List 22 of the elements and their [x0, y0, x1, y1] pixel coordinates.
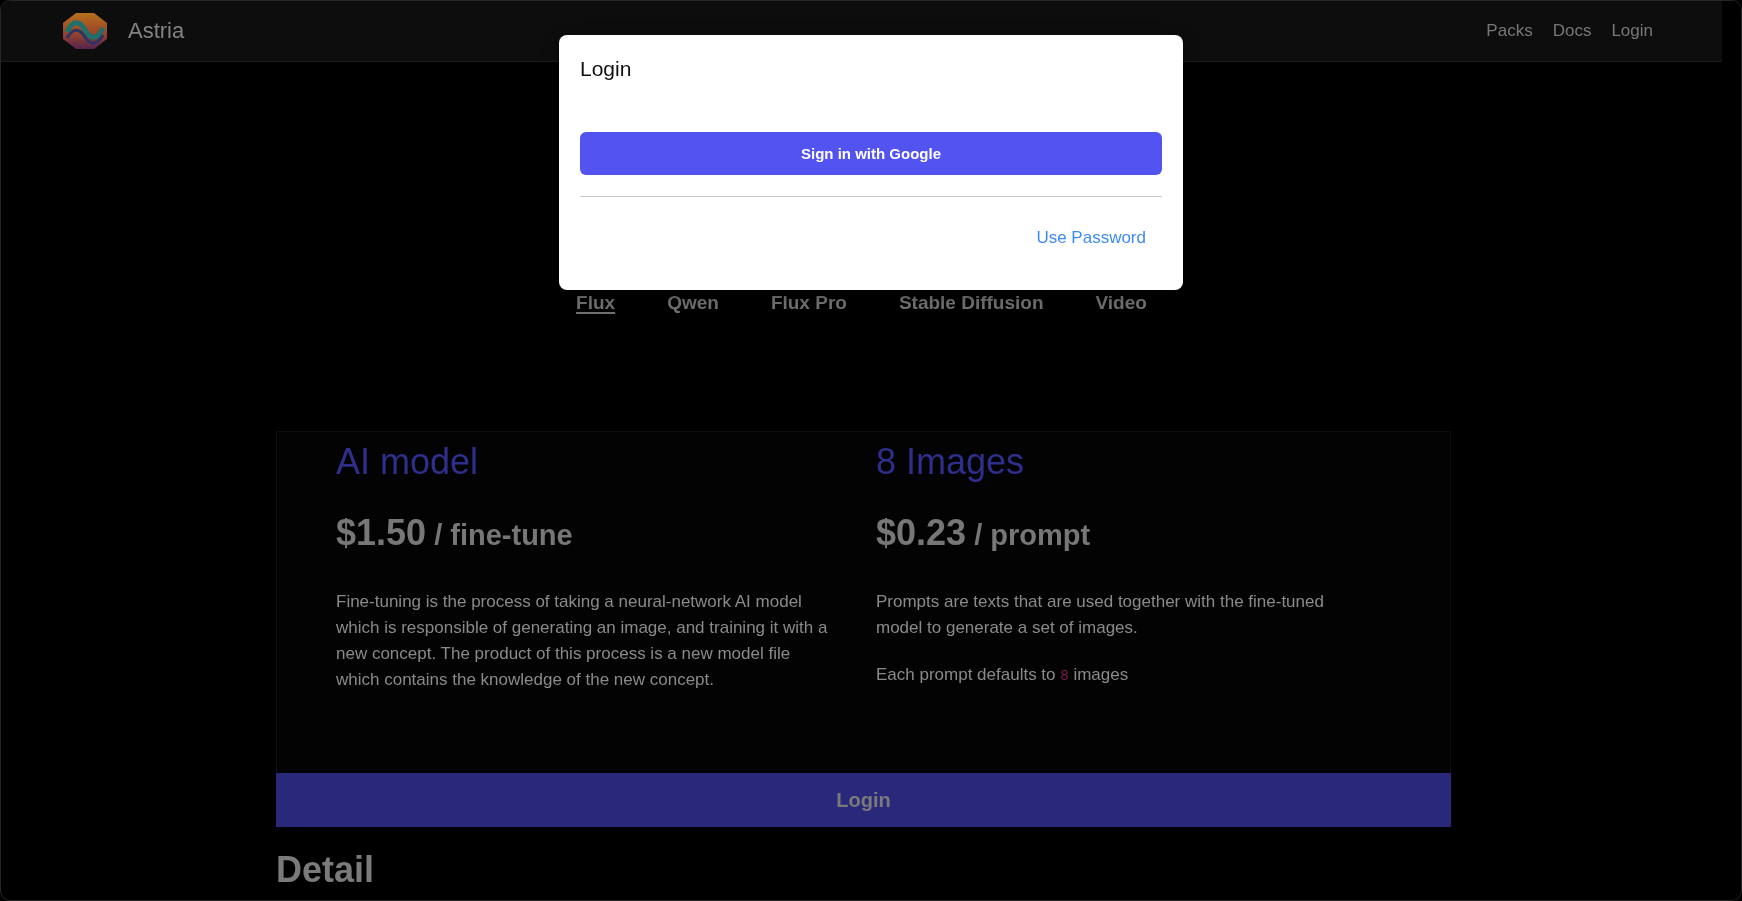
dialog-title: Login	[580, 56, 633, 82]
pricing-title: AI model	[336, 440, 480, 484]
nav-link[interactable]: Packs	[1486, 21, 1533, 41]
pricing-title: 8 Images	[876, 440, 1026, 484]
model-tab[interactable]: Flux	[576, 292, 616, 314]
description-text: Each prompt defaults to 8 images	[876, 664, 1130, 686]
section-heading: Detail	[276, 850, 376, 890]
brand-name[interactable]: Astria	[128, 18, 185, 44]
google-sign-in-button[interactable]: Sign in with Google	[580, 132, 1162, 175]
nav-link[interactable]: Login	[1611, 21, 1653, 41]
nav-link[interactable]: Docs	[1552, 21, 1592, 41]
description-text: Fine-tuning is the process of taking a neural-network AI model which is responsible of generating an image, and training it with a new concept. The product of this process is a new model file which contains the knowledge of the new concept.	[336, 591, 829, 691]
model-tab[interactable]: Video	[1095, 292, 1147, 314]
price-label: $0.23 / prompt	[876, 511, 1092, 555]
model-tab[interactable]: Flux Pro	[770, 292, 847, 314]
octagon-logo-icon[interactable]	[63, 13, 107, 49]
login-button[interactable]: Login	[276, 773, 1451, 827]
price-label: $1.50 / fine-tune	[336, 511, 574, 555]
description-text: Prompts are texts that are used together with the fine-tuned model to generate a set of images.	[876, 591, 1325, 639]
use-password-link[interactable]: Use Password	[1036, 226, 1146, 250]
model-tab[interactable]: Stable Diffusion	[898, 292, 1044, 314]
model-tab[interactable]: Qwen	[667, 292, 719, 314]
